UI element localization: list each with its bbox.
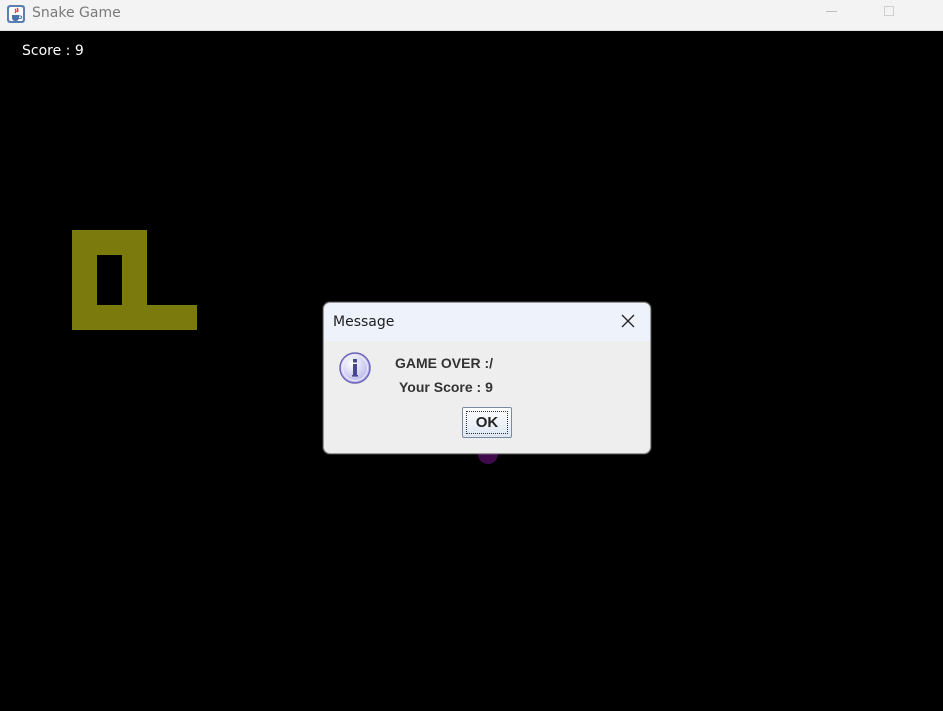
snake-segment (172, 305, 197, 330)
snake-segment (122, 280, 147, 305)
snake-segment (72, 280, 97, 305)
snake-segment (147, 305, 172, 330)
dialog-titlebar: Message (324, 303, 650, 341)
game-over-message: GAME OVER :/ (395, 355, 494, 371)
snake-segment (122, 255, 147, 280)
window-title: Snake Game (32, 5, 121, 21)
minimize-button[interactable] (808, 0, 854, 30)
snake-segment (97, 305, 122, 330)
ok-button-label: OK (466, 411, 508, 434)
snake-segment (97, 230, 122, 255)
maximize-button[interactable] (866, 0, 912, 30)
info-icon (339, 352, 371, 384)
maximize-icon (884, 6, 894, 16)
snake-segment (72, 305, 97, 330)
score-label: Score : 9 (22, 43, 84, 59)
snake-segment (122, 230, 147, 255)
snake-segment (72, 230, 97, 255)
game-over-dialog: Message GAME OVER :/ Your Score : 9 OK (323, 302, 651, 454)
ok-button[interactable]: OK (462, 407, 512, 438)
final-score-message: Your Score : 9 (399, 379, 493, 395)
close-icon[interactable] (620, 313, 636, 329)
java-icon (7, 5, 25, 23)
snake-segment (72, 255, 97, 280)
window-titlebar: Snake Game (0, 0, 943, 31)
dialog-title: Message (333, 314, 395, 330)
snake-segment (122, 305, 147, 330)
minimize-icon (826, 11, 837, 12)
